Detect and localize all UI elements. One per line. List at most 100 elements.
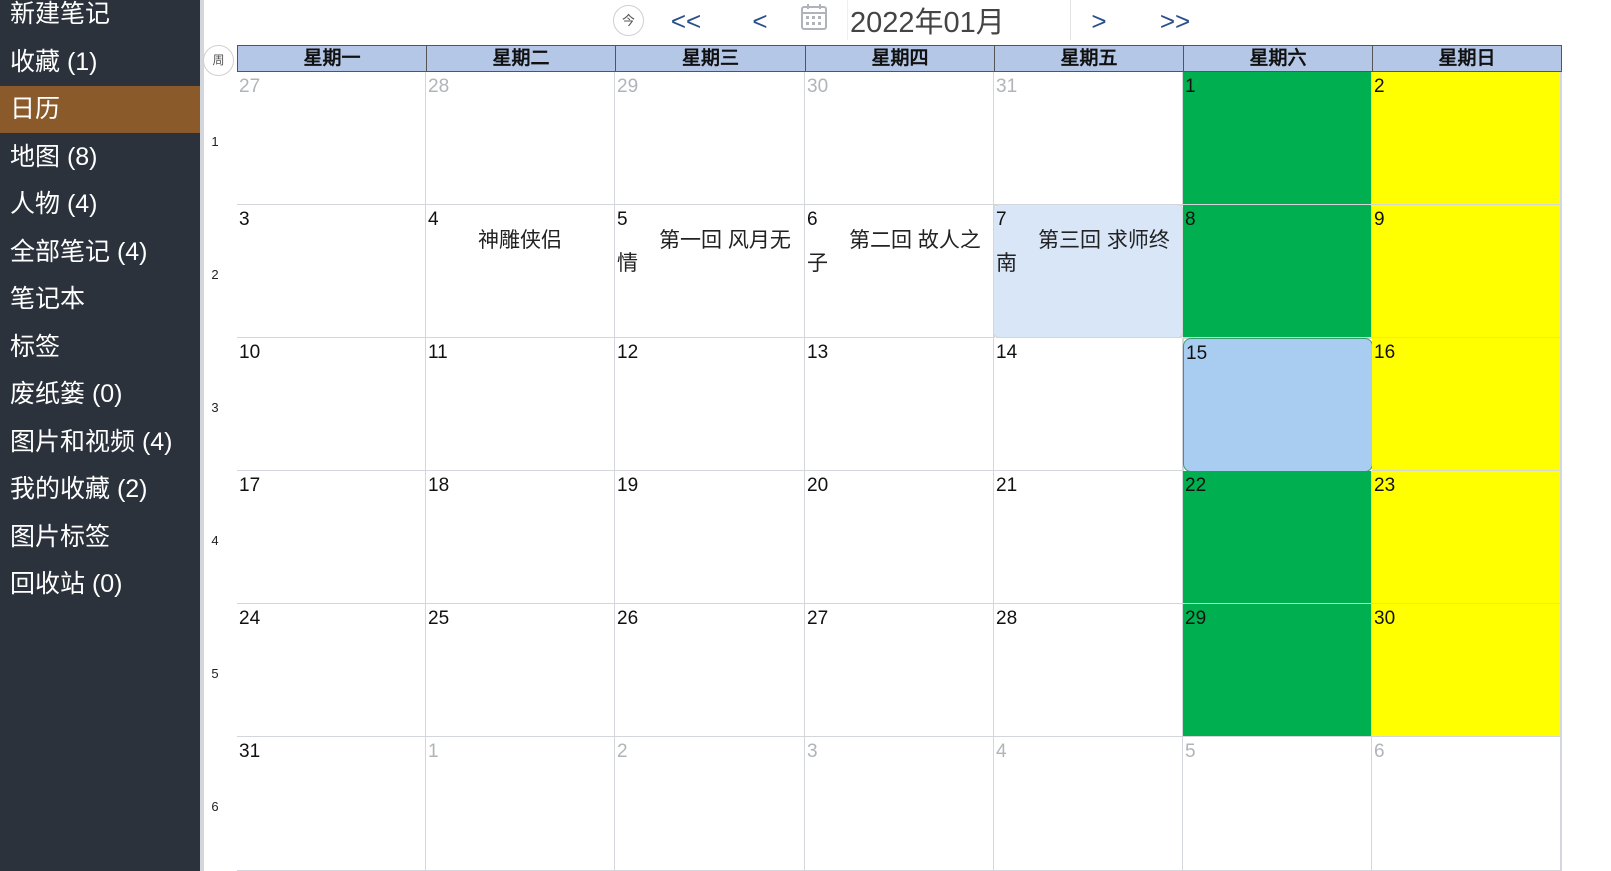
sidebar-item[interactable]: 新建笔记 [0, 0, 200, 38]
week-number: 4 [211, 533, 219, 548]
day-number: 10 [239, 342, 261, 363]
prev-month-button[interactable]: < [748, 3, 772, 39]
sidebar-item[interactable]: 废纸篓 (0) [0, 371, 200, 418]
day-cell[interactable]: 31 [994, 72, 1184, 206]
sidebar-item[interactable]: 地图 (8) [0, 134, 200, 181]
day-cell[interactable]: 30 [1372, 604, 1562, 738]
day-cell[interactable]: 1 [1183, 72, 1373, 206]
day-cell[interactable]: 1 [426, 737, 616, 871]
weekday-header: 星期二 [426, 45, 616, 72]
weekday-header: 星期六 [1183, 45, 1373, 72]
day-cell[interactable]: 9 [1372, 205, 1562, 339]
today-button[interactable]: 今 [613, 5, 644, 36]
day-cell[interactable]: 11 [426, 338, 616, 472]
sidebar-item[interactable]: 日历 [0, 86, 200, 133]
day-number: 6 [807, 209, 818, 230]
week-column-header: 周 [203, 45, 234, 76]
day-cell[interactable]: 16 [1372, 338, 1562, 472]
day-cell[interactable]: 17 [237, 471, 427, 605]
day-cell[interactable]: 25 [426, 604, 616, 738]
day-cell[interactable]: 14 [994, 338, 1184, 472]
day-number: 16 [1374, 342, 1396, 363]
sidebar-item[interactable]: 图片和视频 (4) [0, 419, 200, 466]
calendar-event[interactable]: 神雕侠侣 [426, 229, 614, 252]
day-cell[interactable]: 10 [237, 338, 427, 472]
day-number: 30 [1374, 608, 1396, 629]
weekday-header: 星期一 [237, 45, 427, 72]
month-input[interactable] [847, 0, 1071, 40]
day-cell[interactable]: 19 [615, 471, 806, 605]
day-cell[interactable]: 24 [237, 604, 427, 738]
day-cell[interactable]: 6 [1372, 737, 1562, 871]
day-cell[interactable]: 27 [237, 72, 427, 206]
day-number: 15 [1186, 343, 1208, 364]
day-cell[interactable]: 5 [1183, 737, 1373, 871]
day-cell[interactable]: 21 [994, 471, 1184, 605]
day-cell[interactable]: 31 [237, 737, 427, 871]
day-number: 27 [807, 608, 829, 629]
day-number: 31 [996, 76, 1018, 97]
week-number: 2 [211, 267, 219, 282]
day-cell[interactable]: 3 [237, 205, 427, 339]
day-cell[interactable]: 30 [805, 72, 995, 206]
sidebar-item[interactable]: 图片标签 [0, 514, 200, 561]
day-cell[interactable]: 4 [994, 737, 1184, 871]
day-number: 2 [617, 741, 628, 762]
sidebar-item[interactable]: 全部笔记 (4) [0, 229, 200, 276]
day-cell[interactable]: 15 [1183, 338, 1373, 472]
day-cell[interactable]: 28 [994, 604, 1184, 738]
day-cell[interactable]: 13 [805, 338, 995, 472]
day-number: 21 [996, 475, 1018, 496]
sidebar-item[interactable]: 我的收藏 (2) [0, 466, 200, 513]
sidebar-item[interactable]: 笔记本 [0, 276, 200, 323]
day-cell[interactable]: 4 神雕侠侣 [426, 205, 616, 339]
day-number: 4 [996, 741, 1007, 762]
next-year-button[interactable]: >> [1157, 3, 1193, 39]
day-cell[interactable]: 5 第一回 风月无情 [615, 205, 806, 339]
day-cell[interactable]: 28 [426, 72, 616, 206]
day-cell[interactable]: 12 [615, 338, 806, 472]
day-cell[interactable]: 2 [1372, 72, 1562, 206]
prev-year-button[interactable]: << [668, 3, 704, 39]
day-number: 17 [239, 475, 261, 496]
day-number: 24 [239, 608, 261, 629]
day-number: 1 [428, 741, 439, 762]
sidebar-item[interactable]: 标签 [0, 324, 200, 371]
day-number: 3 [807, 741, 818, 762]
calendar-event[interactable]: 第二回 故人之子 [807, 229, 989, 275]
day-cell[interactable]: 29 [1183, 604, 1373, 738]
weekday-header: 星期五 [994, 45, 1184, 72]
day-number: 5 [617, 209, 628, 230]
weekday-header: 星期日 [1372, 45, 1562, 72]
day-cell[interactable]: 27 [805, 604, 995, 738]
day-cell[interactable]: 22 [1183, 471, 1373, 605]
day-cell[interactable]: 18 [426, 471, 616, 605]
sidebar-item[interactable]: 人物 (4) [0, 181, 200, 228]
next-month-button[interactable]: > [1087, 3, 1111, 39]
sidebar-item[interactable]: 回收站 (0) [0, 561, 200, 608]
day-number: 23 [1374, 475, 1396, 496]
sidebar: 新建笔记 收藏 (1) 日历 地图 (8) 人物 (4) 全部笔记 (4) 笔记本 标签 废纸篓… [0, 0, 200, 871]
day-number: 3 [239, 209, 250, 230]
calendar-event[interactable]: 第三回 求师终南 [996, 229, 1178, 275]
day-cell[interactable]: 7 第三回 求师终南 [994, 205, 1184, 339]
calendar-icon[interactable] [800, 3, 828, 36]
week-number: 6 [211, 799, 219, 814]
day-number: 18 [428, 475, 450, 496]
day-cell[interactable]: 6 第二回 故人之子 [805, 205, 995, 339]
day-number: 7 [996, 209, 1007, 230]
day-number: 13 [807, 342, 829, 363]
day-cell[interactable]: 20 [805, 471, 995, 605]
day-cell[interactable]: 3 [805, 737, 995, 871]
sidebar-item[interactable]: 收藏 (1) [0, 39, 200, 86]
day-number: 29 [1185, 608, 1207, 629]
week-number: 3 [211, 400, 219, 415]
day-cell[interactable]: 23 [1372, 471, 1562, 605]
day-cell[interactable]: 8 [1183, 205, 1373, 339]
day-cell[interactable]: 29 [615, 72, 806, 206]
calendar-event[interactable]: 第一回 风月无情 [617, 229, 800, 275]
day-number: 4 [428, 209, 439, 230]
day-cell[interactable]: 2 [615, 737, 806, 871]
sidebar-splitter[interactable] [200, 0, 204, 871]
day-cell[interactable]: 26 [615, 604, 806, 738]
